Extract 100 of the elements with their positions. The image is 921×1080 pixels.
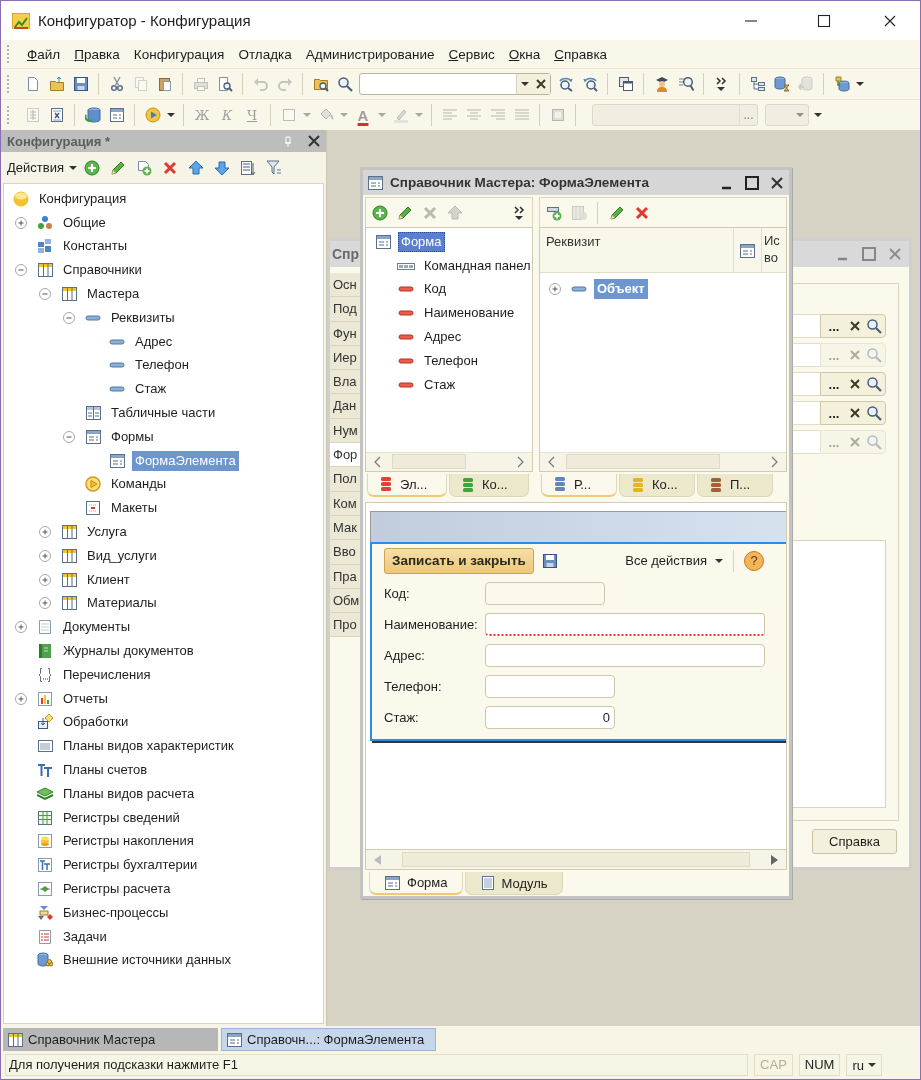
side-tab[interactable]: Про bbox=[330, 613, 361, 638]
menu-item[interactable]: Отладка bbox=[233, 46, 297, 62]
input-field[interactable] bbox=[792, 314, 820, 338]
clipboard-icon[interactable] bbox=[156, 76, 173, 92]
scrollbar[interactable] bbox=[540, 451, 786, 471]
pencil-icon[interactable] bbox=[110, 159, 127, 176]
expand-icon[interactable] bbox=[15, 619, 27, 636]
pencil-icon[interactable] bbox=[396, 204, 413, 221]
close-icon[interactable] bbox=[769, 174, 785, 191]
search-field[interactable] bbox=[359, 73, 551, 95]
search-icon[interactable] bbox=[866, 318, 882, 334]
all-actions-menu[interactable]: Все действия bbox=[625, 553, 707, 569]
tree-item[interactable]: Формы bbox=[108, 426, 157, 447]
search-icon[interactable] bbox=[866, 405, 882, 421]
tree-item[interactable]: Журналы документов bbox=[60, 641, 197, 662]
up-arrow-icon[interactable] bbox=[188, 159, 205, 176]
tree-item[interactable]: Регистры накопления bbox=[60, 831, 197, 852]
tree-item[interactable]: Реквизиты bbox=[108, 307, 178, 328]
expand-icon[interactable] bbox=[549, 280, 561, 297]
find-next-icon[interactable] bbox=[557, 76, 574, 92]
tree-item[interactable]: Задачи bbox=[60, 926, 110, 947]
side-tab[interactable]: Вла bbox=[330, 370, 361, 395]
search-icon[interactable] bbox=[677, 76, 694, 92]
caret-icon[interactable] bbox=[856, 82, 864, 86]
structure-icon[interactable] bbox=[749, 76, 766, 92]
maximize-icon[interactable] bbox=[815, 12, 832, 29]
caret-icon[interactable] bbox=[814, 113, 822, 117]
column-header[interactable]: Ис во bbox=[762, 228, 786, 272]
floppy-icon[interactable] bbox=[541, 552, 558, 569]
collapse-icon[interactable] bbox=[63, 309, 75, 326]
add-document-icon[interactable] bbox=[136, 159, 153, 176]
side-tab[interactable]: Осн bbox=[330, 273, 361, 298]
side-tab[interactable]: Пол bbox=[330, 467, 361, 492]
tree-item[interactable]: Телефон bbox=[132, 355, 192, 376]
caret-icon[interactable] bbox=[68, 165, 77, 170]
tree-item[interactable]: Планы видов характеристик bbox=[60, 736, 237, 757]
tab[interactable]: Р... bbox=[541, 473, 617, 497]
expand-icon[interactable] bbox=[15, 214, 27, 231]
maximize-icon[interactable] bbox=[744, 174, 760, 191]
tree-item[interactable]: Константы bbox=[60, 236, 130, 257]
column-header[interactable]: Реквизит bbox=[540, 228, 734, 272]
tree-item[interactable]: Стаж bbox=[421, 374, 459, 395]
delete-icon[interactable] bbox=[162, 159, 179, 176]
collapse-icon[interactable] bbox=[39, 286, 51, 303]
add-attribute-icon[interactable] bbox=[545, 204, 562, 221]
close-icon[interactable] bbox=[306, 133, 322, 149]
window-tab[interactable]: Справочник Мастера bbox=[3, 1028, 218, 1051]
side-tab[interactable]: Под bbox=[330, 297, 361, 322]
menu-item[interactable]: Окна bbox=[503, 46, 546, 62]
scissors-icon[interactable] bbox=[108, 76, 125, 92]
input-field[interactable] bbox=[485, 674, 615, 698]
find-previous-icon[interactable] bbox=[581, 76, 598, 92]
tab[interactable]: Ко... bbox=[619, 473, 695, 497]
window-tab[interactable]: Справочн...: ФормаЭлемента bbox=[221, 1028, 436, 1051]
save-close-button[interactable]: Записать и закрыть bbox=[384, 547, 534, 574]
menu-item[interactable]: Файл bbox=[22, 46, 66, 62]
search-icon[interactable] bbox=[866, 376, 882, 392]
input-field[interactable] bbox=[792, 401, 820, 425]
tab[interactable]: П... bbox=[697, 473, 773, 497]
tree-item[interactable]: Конфигурация bbox=[36, 188, 130, 209]
tab[interactable]: Модуль bbox=[464, 872, 563, 896]
down-arrow-icon[interactable] bbox=[214, 159, 231, 176]
tree-item[interactable]: Отчеты bbox=[60, 688, 111, 709]
tree-item[interactable]: Стаж bbox=[132, 379, 170, 400]
tree-item[interactable]: Код bbox=[421, 279, 450, 300]
tree-item[interactable]: Перечисления bbox=[60, 664, 154, 685]
expand-icon[interactable] bbox=[39, 524, 51, 541]
help-button[interactable]: ? bbox=[744, 550, 764, 571]
tab[interactable]: Форма bbox=[369, 872, 463, 896]
plus-icon[interactable] bbox=[84, 159, 101, 176]
side-tab[interactable]: Фор bbox=[330, 443, 361, 468]
tab[interactable]: Ко... bbox=[449, 473, 529, 497]
side-tab[interactable]: Дан bbox=[330, 394, 361, 419]
plus-icon[interactable] bbox=[371, 204, 388, 221]
windows-icon[interactable] bbox=[617, 76, 634, 92]
tree-item[interactable]: Внешние источники данных bbox=[60, 950, 235, 971]
expand-icon[interactable] bbox=[15, 690, 27, 707]
expand-icon[interactable] bbox=[39, 547, 51, 564]
tree-item[interactable]: Команды bbox=[108, 474, 170, 495]
language-selector[interactable]: ru bbox=[846, 1054, 882, 1076]
tree-item[interactable]: Клиент bbox=[84, 569, 133, 590]
tree-item[interactable]: Адрес bbox=[132, 331, 176, 352]
menu-item[interactable]: Правка bbox=[69, 46, 125, 62]
caret-icon[interactable] bbox=[715, 558, 723, 563]
expand-icon[interactable] bbox=[39, 571, 51, 588]
page-search-icon[interactable] bbox=[216, 76, 233, 92]
document-icon[interactable] bbox=[48, 107, 65, 123]
search-icon[interactable] bbox=[336, 76, 353, 92]
collapse-icon[interactable] bbox=[15, 262, 27, 279]
scrollbar[interactable] bbox=[366, 451, 532, 471]
collapse-icon[interactable] bbox=[63, 428, 75, 445]
play-icon[interactable] bbox=[144, 107, 161, 123]
tree-item[interactable]: Регистры сведений bbox=[60, 807, 183, 828]
tree-item[interactable]: Планы видов расчета bbox=[60, 783, 198, 804]
tree-item[interactable]: Адрес bbox=[421, 327, 465, 348]
input-field[interactable]: 0 bbox=[485, 705, 615, 729]
menu-item[interactable]: Сервис bbox=[443, 46, 500, 62]
tree-item[interactable]: Услуга bbox=[84, 522, 130, 543]
tree-item[interactable]: Планы счетов bbox=[60, 760, 151, 780]
database-icon[interactable] bbox=[84, 107, 101, 123]
